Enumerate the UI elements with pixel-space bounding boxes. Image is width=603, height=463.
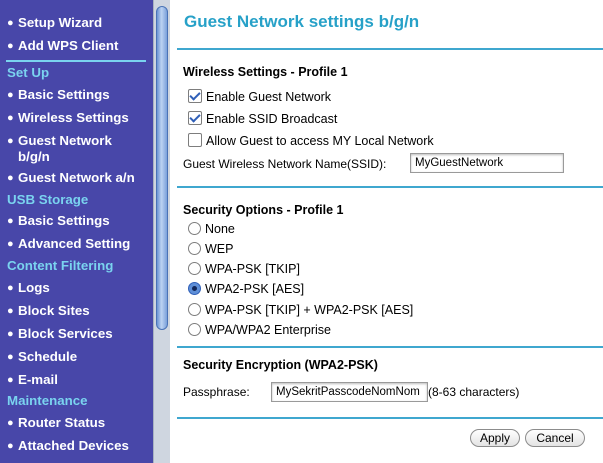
security-wpa-wpa2-mixed-radio[interactable] xyxy=(188,303,201,316)
bullet-icon: ● xyxy=(7,305,14,317)
sidebar-item-usb-basic-settings[interactable]: ● Basic Settings xyxy=(7,211,110,231)
bullet-icon: ● xyxy=(7,17,14,29)
sidebar-scrollbar[interactable] xyxy=(153,0,170,463)
sidebar-heading-usb-storage: USB Storage xyxy=(7,192,89,207)
allow-local-network-label: Allow Guest to access MY Local Network xyxy=(206,134,434,148)
security-option-label: WPA2-PSK [AES] xyxy=(205,282,305,296)
section-divider xyxy=(177,346,603,348)
enable-guest-network-label: Enable Guest Network xyxy=(206,90,332,104)
sidebar-item-label: Block Services xyxy=(18,326,113,341)
sidebar-item-label: Guest Network a/n xyxy=(18,170,135,185)
sidebar-item-email[interactable]: ● E-mail xyxy=(7,370,58,390)
sidebar-item-label: Basic Settings xyxy=(18,213,110,228)
sidebar-item-label: Basic Settings xyxy=(18,87,110,102)
sidebar-item-label: Wireless Settings xyxy=(18,110,129,125)
security-wpa2-psk-aes-radio[interactable] xyxy=(188,282,201,295)
bullet-icon: ● xyxy=(7,440,14,452)
sidebar-item-label: Logs xyxy=(18,280,50,295)
bullet-icon: ● xyxy=(7,172,14,184)
security-option-label: WEP xyxy=(205,242,234,256)
section-divider xyxy=(6,60,146,62)
security-option-row: WEP xyxy=(188,240,233,258)
bullet-icon: ● xyxy=(7,89,14,101)
security-option-label: None xyxy=(205,222,235,236)
sidebar-item-label: Setup Wizard xyxy=(18,15,103,30)
sidebar-item-label: Guest Network xyxy=(18,133,112,148)
enable-ssid-broadcast-label: Enable SSID Broadcast xyxy=(206,112,338,126)
sidebar-item-attached-devices[interactable]: ● Attached Devices xyxy=(7,436,129,456)
enable-guest-network-row: Enable Guest Network xyxy=(188,88,331,106)
bullet-icon: ● xyxy=(7,135,14,147)
security-section-title: Security Options - Profile 1 xyxy=(183,203,344,217)
security-wpa-psk-tkip-radio[interactable] xyxy=(188,262,201,275)
sidebar-item-router-status[interactable]: ● Router Status xyxy=(7,413,105,433)
main-panel: Guest Network settings b/g/n Wireless Se… xyxy=(172,0,603,463)
enable-ssid-broadcast-row: Enable SSID Broadcast xyxy=(188,110,337,128)
page-title: Guest Network settings b/g/n xyxy=(184,12,420,31)
security-none-radio[interactable] xyxy=(188,222,201,235)
sidebar-nav: ● Setup Wizard ● Add WPS Client Set Up ● Ba… xyxy=(0,0,153,463)
sidebar-heading-set-up: Set Up xyxy=(7,65,50,80)
encryption-section-title: Security Encryption (WPA2-PSK) xyxy=(183,358,378,372)
sidebar-item-schedule[interactable]: ● Schedule xyxy=(7,347,77,367)
bullet-icon: ● xyxy=(7,374,14,386)
sidebar-item-basic-settings[interactable]: ● Basic Settings xyxy=(7,85,110,105)
sidebar-item-wireless-settings[interactable]: ● Wireless Settings xyxy=(7,108,129,128)
passphrase-input[interactable] xyxy=(271,382,428,402)
scrollbar-thumb[interactable] xyxy=(156,6,168,330)
sidebar-item-label: Block Sites xyxy=(18,303,90,318)
allow-local-network-row: Allow Guest to access MY Local Network xyxy=(188,132,434,150)
sidebar-item-advanced-setting[interactable]: ● Advanced Setting xyxy=(7,234,130,254)
title-divider xyxy=(177,48,603,50)
sidebar-item-label: Advanced Setting xyxy=(18,236,131,251)
security-enterprise-radio[interactable] xyxy=(188,323,201,336)
bullet-icon: ● xyxy=(7,112,14,124)
sidebar-heading-maintenance: Maintenance xyxy=(7,393,88,408)
sidebar-item-guest-network-an[interactable]: ● Guest Network a/n xyxy=(7,168,135,188)
bullet-icon: ● xyxy=(7,417,14,429)
sidebar-item-label: Add WPS Client xyxy=(18,38,119,53)
cancel-button[interactable]: Cancel xyxy=(525,429,585,447)
passphrase-label: Passphrase: xyxy=(183,385,250,399)
bullet-icon: ● xyxy=(7,351,14,363)
section-divider xyxy=(177,186,603,188)
security-option-row: WPA/WPA2 Enterprise xyxy=(188,321,331,339)
bullet-icon: ● xyxy=(7,282,14,294)
sidebar-heading-content-filtering: Content Filtering xyxy=(7,258,114,273)
sidebar-item-guest-network-bgn[interactable]: ● Guest Network b/g/n xyxy=(7,133,112,167)
sidebar-item-setup-wizard[interactable]: ● Setup Wizard xyxy=(7,13,102,33)
sidebar-item-label: Attached Devices xyxy=(18,438,129,453)
enable-ssid-broadcast-checkbox[interactable] xyxy=(188,111,202,125)
security-option-label: WPA-PSK [TKIP] xyxy=(205,262,300,276)
bullet-icon: ● xyxy=(7,328,14,340)
sidebar-item-logs[interactable]: ● Logs xyxy=(7,278,50,298)
sidebar-item-block-services[interactable]: ● Block Services xyxy=(7,324,113,344)
sidebar-item-label: E-mail xyxy=(18,372,58,387)
allow-local-network-checkbox[interactable] xyxy=(188,133,202,147)
bullet-icon: ● xyxy=(7,215,14,227)
security-option-label: WPA/WPA2 Enterprise xyxy=(205,323,331,337)
ssid-input[interactable] xyxy=(410,153,564,173)
bullet-icon: ● xyxy=(7,238,14,250)
apply-button[interactable]: Apply xyxy=(470,429,520,447)
security-option-label: WPA-PSK [TKIP] + WPA2-PSK [AES] xyxy=(205,303,414,317)
security-option-row: WPA2-PSK [AES] xyxy=(188,280,304,298)
security-option-row: WPA-PSK [TKIP] + WPA2-PSK [AES] xyxy=(188,301,413,319)
bullet-icon: ● xyxy=(7,40,14,52)
sidebar-item-block-sites[interactable]: ● Block Sites xyxy=(7,301,90,321)
security-option-row: None xyxy=(188,220,235,238)
wireless-section-title: Wireless Settings - Profile 1 xyxy=(183,65,348,79)
sidebar-item-label-line2: b/g/n xyxy=(18,149,50,164)
sidebar-item-add-wps-client[interactable]: ● Add WPS Client xyxy=(7,36,118,56)
passphrase-hint: (8-63 characters) xyxy=(428,385,520,399)
sidebar-item-label: Router Status xyxy=(18,415,106,430)
ssid-label: Guest Wireless Network Name(SSID): xyxy=(183,157,387,171)
security-option-row: WPA-PSK [TKIP] xyxy=(188,260,300,278)
enable-guest-network-checkbox[interactable] xyxy=(188,89,202,103)
section-divider xyxy=(177,417,603,419)
security-wep-radio[interactable] xyxy=(188,242,201,255)
sidebar-item-label: Schedule xyxy=(18,349,78,364)
